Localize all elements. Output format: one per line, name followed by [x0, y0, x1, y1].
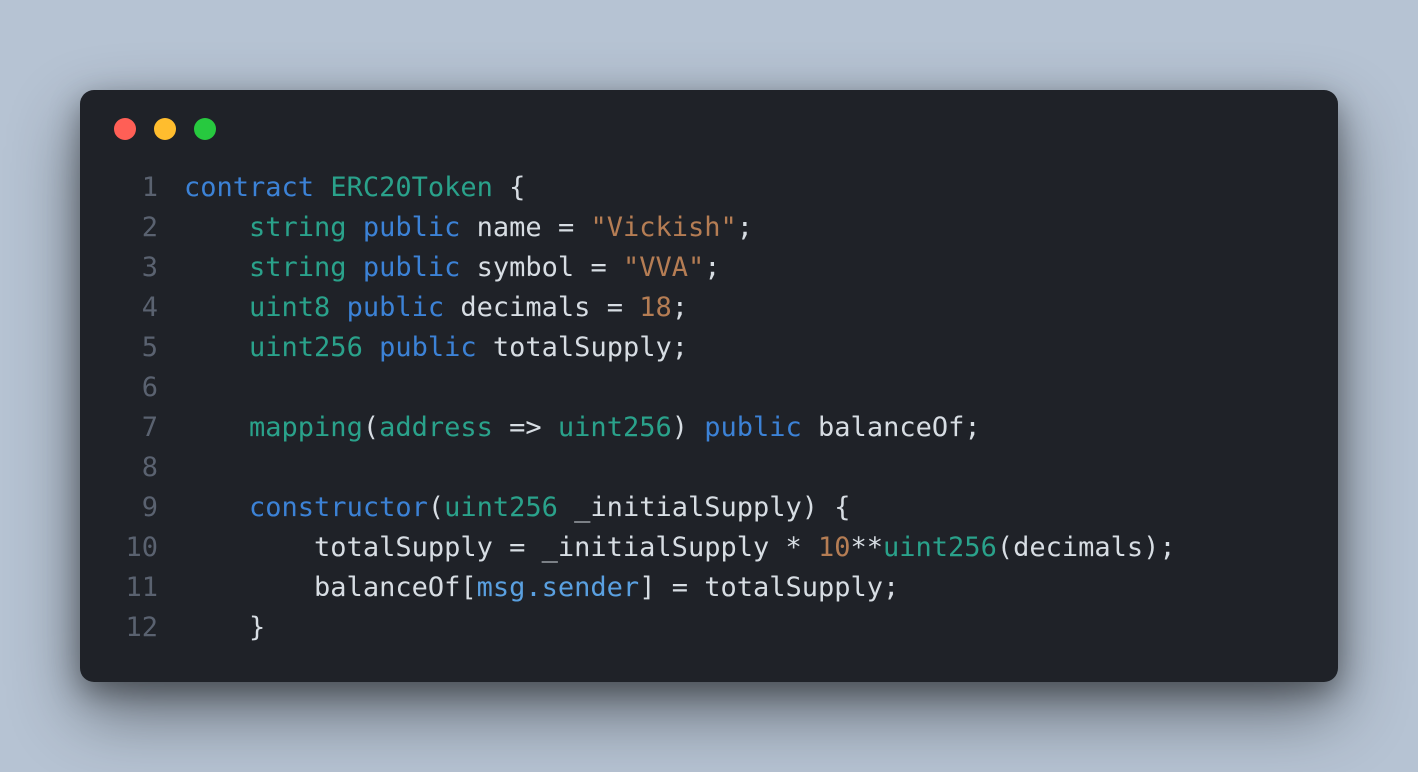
code-line[interactable]: 5 uint256 public totalSupply;: [114, 328, 1304, 368]
code-line[interactable]: 6: [114, 368, 1304, 408]
code-content[interactable]: contract ERC20Token {: [184, 168, 1304, 208]
code-content[interactable]: uint8 public decimals = 18;: [184, 288, 1304, 328]
minimize-icon[interactable]: [154, 118, 176, 140]
line-number: 11: [114, 568, 158, 608]
line-number: 4: [114, 288, 158, 328]
line-number: 9: [114, 488, 158, 528]
code-content[interactable]: totalSupply = _initialSupply * 10**uint2…: [184, 528, 1304, 568]
code-content[interactable]: [184, 448, 1304, 488]
code-line[interactable]: 10 totalSupply = _initialSupply * 10**ui…: [114, 528, 1304, 568]
line-number: 6: [114, 368, 158, 408]
line-number: 12: [114, 608, 158, 648]
line-number: 10: [114, 528, 158, 568]
code-line[interactable]: 3 string public symbol = "VVA";: [114, 248, 1304, 288]
maximize-icon[interactable]: [194, 118, 216, 140]
line-number: 1: [114, 168, 158, 208]
code-content[interactable]: balanceOf[msg.sender] = totalSupply;: [184, 568, 1304, 608]
code-content[interactable]: mapping(address => uint256) public balan…: [184, 408, 1304, 448]
code-line[interactable]: 7 mapping(address => uint256) public bal…: [114, 408, 1304, 448]
line-number: 8: [114, 448, 158, 488]
code-line[interactable]: 2 string public name = "Vickish";: [114, 208, 1304, 248]
code-editor[interactable]: 1contract ERC20Token {2 string public na…: [114, 168, 1304, 647]
code-window: 1contract ERC20Token {2 string public na…: [80, 90, 1338, 681]
code-content[interactable]: string public name = "Vickish";: [184, 208, 1304, 248]
code-content[interactable]: uint256 public totalSupply;: [184, 328, 1304, 368]
code-content[interactable]: }: [184, 608, 1304, 648]
code-line[interactable]: 4 uint8 public decimals = 18;: [114, 288, 1304, 328]
line-number: 7: [114, 408, 158, 448]
window-titlebar: [114, 118, 1304, 140]
code-line[interactable]: 8: [114, 448, 1304, 488]
code-line[interactable]: 9 constructor(uint256 _initialSupply) {: [114, 488, 1304, 528]
code-content[interactable]: constructor(uint256 _initialSupply) {: [184, 488, 1304, 528]
code-line[interactable]: 12 }: [114, 608, 1304, 648]
line-number: 2: [114, 208, 158, 248]
code-line[interactable]: 1 contract ERC20Token {: [114, 168, 1304, 208]
close-icon[interactable]: [114, 118, 136, 140]
code-content[interactable]: [184, 368, 1304, 408]
code-line[interactable]: 11 balanceOf[msg.sender] = totalSupply;: [114, 568, 1304, 608]
line-number: 5: [114, 328, 158, 368]
code-content[interactable]: string public symbol = "VVA";: [184, 248, 1304, 288]
line-number: 3: [114, 248, 158, 288]
